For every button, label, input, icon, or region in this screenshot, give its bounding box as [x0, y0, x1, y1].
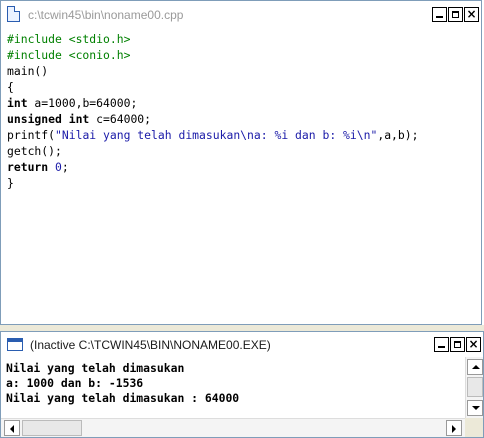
scroll-left-button[interactable]	[4, 420, 20, 436]
minimize-button[interactable]	[432, 7, 447, 22]
editor-window-controls: ×	[432, 7, 479, 22]
code-line: main()	[7, 64, 49, 78]
console-line: Nilai yang telah dimasukan	[6, 361, 185, 375]
document-icon	[7, 6, 20, 22]
scroll-right-button[interactable]	[446, 420, 462, 436]
maximize-button[interactable]	[448, 7, 463, 22]
code-line: #include <conio.h>	[7, 48, 131, 62]
editor-titlebar[interactable]: c:\tcwin45\bin\noname00.cpp ×	[1, 1, 481, 27]
console-line: Nilai yang telah dimasukan : 64000	[6, 391, 240, 405]
console-window-icon	[7, 338, 23, 351]
close-button[interactable]: ×	[464, 7, 479, 22]
close-button[interactable]: ×	[466, 337, 481, 352]
editor-title: c:\tcwin45\bin\noname00.cpp	[28, 8, 184, 22]
console-window[interactable]: (Inactive C:\TCWIN45\BIN\NONAME00.EXE) ×…	[0, 331, 484, 438]
code-line: return 0;	[7, 160, 69, 174]
console-titlebar[interactable]: (Inactive C:\TCWIN45\BIN\NONAME00.EXE) ×	[1, 332, 483, 357]
code-line: getch();	[7, 144, 62, 158]
arrow-left-icon	[10, 425, 14, 433]
console-window-controls: ×	[434, 337, 481, 352]
code-line: {	[7, 80, 14, 94]
code-line: unsigned int c=64000;	[7, 112, 152, 126]
horizontal-scrollbar[interactable]	[1, 418, 465, 437]
console-title: (Inactive C:\TCWIN45\BIN\NONAME00.EXE)	[30, 338, 271, 352]
console-output: Nilai yang telah dimasukan a: 1000 dan b…	[1, 357, 465, 418]
arrow-up-icon	[472, 365, 480, 369]
code-line: int a=1000,b=64000;	[7, 96, 138, 110]
console-line: a: 1000 dan b: -1536	[6, 376, 144, 390]
minimize-button[interactable]	[434, 337, 449, 352]
scroll-up-button[interactable]	[467, 359, 483, 375]
maximize-button[interactable]	[450, 337, 465, 352]
vertical-scrollbar[interactable]	[465, 357, 483, 418]
scrollbar-corner	[465, 418, 483, 437]
code-line: }	[7, 176, 14, 190]
arrow-right-icon	[452, 425, 456, 433]
scroll-down-button[interactable]	[467, 400, 483, 416]
editor-window[interactable]: c:\tcwin45\bin\noname00.cpp × #include <…	[0, 0, 482, 325]
code-editor[interactable]: #include <stdio.h> #include <conio.h> ma…	[1, 27, 481, 324]
arrow-down-icon	[472, 406, 480, 410]
code-line: printf("Nilai yang telah dimasukan\na: %…	[7, 128, 419, 142]
code-line: #include <stdio.h>	[7, 32, 131, 46]
vertical-scroll-thumb[interactable]	[467, 377, 483, 397]
horizontal-scroll-thumb[interactable]	[22, 420, 82, 436]
